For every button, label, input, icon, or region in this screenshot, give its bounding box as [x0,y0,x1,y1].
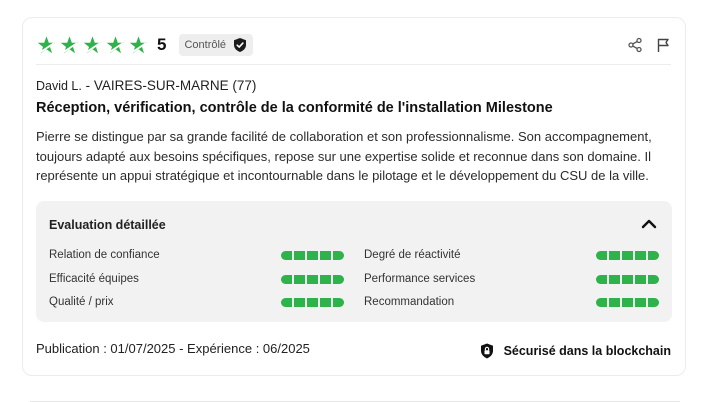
meter-segment [595,297,607,307]
review-card: 5 Contrôlé David L. - VAIRES-SUR-MARNE (… [22,17,686,376]
criterion-row: Performance services [364,272,659,286]
badge-label: Contrôlé [184,39,227,51]
review-header: 5 Contrôlé [36,32,671,58]
meter-segment [306,297,318,307]
score-meter [280,274,344,284]
score-meter [280,297,344,307]
meter-segment [595,274,607,284]
detailed-evaluation: Evaluation détaillée Relation de confian… [36,201,672,322]
review-title: Réception, vérification, contrôle de la … [36,100,553,116]
evaluation-heading: Evaluation détaillée [49,218,166,232]
meter-segment [319,250,331,260]
criterion-row: Degré de réactivité [364,248,659,262]
meter-segment [332,250,344,260]
verified-badge: Contrôlé [179,34,254,56]
criterion-label: Relation de confiance [49,249,160,261]
meter-segment [280,274,292,284]
meter-segment [293,297,305,307]
criterion-row: Relation de confiance [49,248,344,262]
meter-segment [280,297,292,307]
share-icon[interactable] [627,37,643,53]
meter-segment [332,297,344,307]
meter-segment [608,297,620,307]
meter-segment [293,250,305,260]
criterion-label: Performance services [364,273,476,285]
meter-segment [647,297,659,307]
review-body: Pierre se distingue par sa grande facili… [36,129,652,183]
header-divider [36,64,671,65]
star-rating [36,35,149,56]
meter-segment [280,250,292,260]
star-icon [106,35,125,54]
meter-segment [332,274,344,284]
star-icon [37,35,56,54]
blockchain-secured: Sécurisé dans la blockchain [480,343,671,359]
criterion-row: Efficacité équipes [49,272,344,286]
meter-segment [608,274,620,284]
meter-segment [595,250,607,260]
chevron-up-icon[interactable] [640,217,658,231]
score-meter [595,274,659,284]
meter-segment [647,274,659,284]
secure-label: Sécurisé dans la blockchain [503,344,671,358]
meter-segment [306,250,318,260]
author-separator: - [81,78,94,93]
star-icon [129,35,148,54]
meter-segment [634,250,646,260]
flag-icon[interactable] [655,37,671,53]
shield-check-icon [234,38,247,52]
criterion-label: Recommandation [364,296,455,308]
review-dates: Publication : 01/07/2025 - Expérience : … [36,341,310,356]
criterion-label: Efficacité équipes [49,273,139,285]
meter-segment [621,274,633,284]
meter-segment [621,250,633,260]
star-icon [83,35,102,54]
star-icon [60,35,79,54]
rating-score: 5 [157,35,167,54]
meter-segment [319,297,331,307]
meter-segment [608,250,620,260]
criterion-row: Recommandation [364,295,659,309]
meter-segment [306,274,318,284]
meter-segment [319,274,331,284]
meter-segment [634,274,646,284]
score-meter [280,250,344,260]
review-actions [627,37,671,53]
meter-segment [293,274,305,284]
criterion-label: Qualité / prix [49,296,114,308]
meter-segment [647,250,659,260]
lock-shield-icon [480,343,493,359]
review-author: David L. - VAIRES-SUR-MARNE (77) [36,78,256,93]
score-meter [595,250,659,260]
score-meter [595,297,659,307]
author-name: David L. [36,79,82,93]
author-location: VAIRES-SUR-MARNE (77) [93,78,257,93]
criterion-row: Qualité / prix [49,295,344,309]
meter-segment [621,297,633,307]
criterion-label: Degré de réactivité [364,249,461,261]
meter-segment [634,297,646,307]
